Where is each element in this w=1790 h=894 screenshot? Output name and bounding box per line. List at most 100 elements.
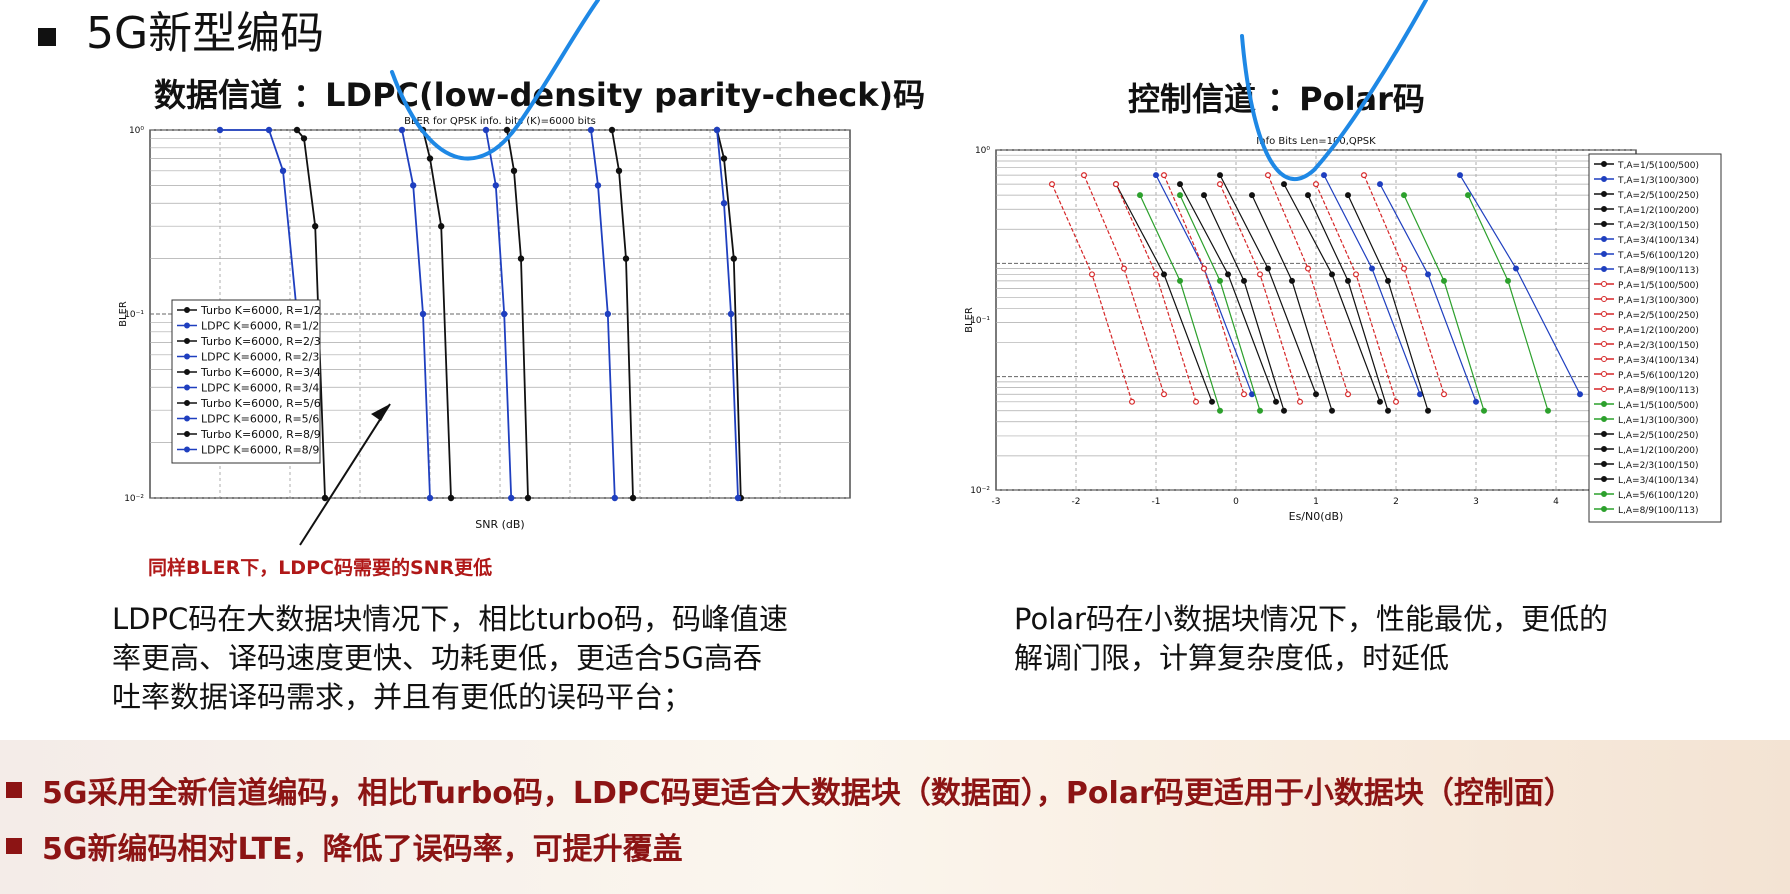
data-point — [1377, 398, 1384, 405]
data-point — [1281, 181, 1288, 188]
data-point — [1544, 407, 1551, 414]
data-point — [1377, 181, 1384, 188]
polar-bler-chart: -3-2-101234510⁰10⁻¹10⁻²Info Bits Len=100… — [964, 136, 1722, 523]
x-tick-label: 1 — [1313, 497, 1319, 507]
data-point — [426, 494, 434, 502]
left-panel-title: 数据信道 ：LDPC(low-density parity-check)码 — [154, 76, 926, 114]
y-tick-label: 10⁻² — [124, 494, 144, 504]
data-point — [1576, 391, 1583, 398]
data-point — [1201, 192, 1208, 199]
data-point — [1217, 407, 1224, 414]
data-point — [1281, 407, 1288, 414]
snr-annotation: 同样BLER下，LDPC码需要的SNR更低 — [148, 557, 493, 579]
data-point — [447, 494, 455, 502]
bottom-highlight-band — [0, 740, 1790, 894]
data-point — [1512, 265, 1519, 272]
data-point — [1465, 192, 1472, 199]
legend-label: Turbo K=6000, R=5/6 — [200, 397, 321, 410]
data-point — [1345, 277, 1352, 284]
legend-marker — [1601, 326, 1607, 332]
legend-label: L,A=5/6(100/120) — [1618, 491, 1698, 501]
data-point — [1425, 407, 1432, 414]
data-point — [720, 200, 728, 207]
legend-label: P,A=2/5(100/250) — [1618, 311, 1699, 321]
data-point — [503, 126, 511, 134]
bottom-bullet-2: 5G新编码相对LTE，降低了误码率，可提升覆盖 — [0, 823, 1790, 869]
data-point — [1329, 271, 1336, 278]
data-point — [438, 223, 445, 230]
legend-marker — [1601, 386, 1607, 392]
data-point — [410, 182, 417, 189]
legend-label: T,A=3/4(100/134) — [1617, 236, 1699, 246]
legend-marker — [184, 415, 190, 422]
data-point — [1313, 391, 1320, 398]
legend-marker — [1601, 446, 1607, 452]
legend-label: Turbo K=6000, R=2/3 — [200, 335, 321, 348]
data-point — [1177, 192, 1184, 199]
data-point — [1361, 172, 1368, 179]
legend-marker — [1601, 191, 1607, 197]
data-point — [1177, 277, 1184, 284]
legend-label: LDPC K=6000, R=5/6 — [201, 413, 319, 426]
data-point — [1249, 391, 1256, 398]
legend-label: T,A=1/2(100/200) — [1617, 206, 1699, 216]
data-point — [1161, 172, 1168, 179]
legend-label: Turbo K=6000, R=1/2 — [200, 304, 321, 317]
y-tick-label: 10⁰ — [975, 146, 990, 156]
legend-label: L,A=2/3(100/150) — [1618, 461, 1698, 471]
data-point — [1401, 265, 1408, 272]
legend-label: P,A=2/3(100/150) — [1618, 341, 1699, 351]
data-point — [1121, 265, 1128, 272]
legend-label: LDPC K=6000, R=3/4 — [201, 382, 319, 395]
bullet-square — [6, 838, 22, 854]
legend-marker — [184, 353, 190, 360]
legend-marker — [184, 400, 190, 406]
legend-label: P,A=1/5(100/500) — [1618, 281, 1699, 291]
legend-marker — [1601, 431, 1607, 437]
data-point — [524, 494, 532, 502]
legend-marker — [184, 307, 190, 313]
data-point — [587, 126, 595, 134]
data-point — [1305, 192, 1312, 199]
data-point — [608, 126, 616, 134]
title-bullet — [38, 28, 56, 46]
legend-marker — [1601, 296, 1607, 302]
legend-marker — [1601, 461, 1607, 467]
legend-label: Turbo K=6000, R=8/9 — [200, 428, 321, 441]
data-point — [1289, 277, 1296, 284]
right-panel-title: 控制信道 ：Polar码 — [1128, 80, 1425, 118]
x-axis-label: SNR (dB) — [475, 518, 524, 531]
data-point — [730, 255, 738, 262]
data-point — [1257, 407, 1264, 414]
bullet-text: 5G采用全新信道编码，相比Turbo码，LDPC码更适合大数据块（数据面），Po… — [42, 776, 1574, 811]
legend-label: L,A=1/3(100/300) — [1618, 416, 1698, 426]
legend-label: T,A=2/3(100/150) — [1617, 221, 1699, 231]
data-point — [1345, 192, 1352, 199]
legend-marker — [184, 431, 190, 437]
right-description: Polar码在小数据块情况下，性能最优，更低的 解调门限，计算复杂度低，时延低 — [1014, 602, 1608, 675]
data-point — [1257, 271, 1264, 278]
legend-marker — [1601, 356, 1607, 362]
data-point — [1080, 172, 1087, 179]
data-point — [1201, 265, 1208, 272]
data-point — [1217, 277, 1224, 284]
legend-label: LDPC K=6000, R=1/2 — [201, 320, 319, 333]
legend-label: L,A=3/4(100/134) — [1618, 476, 1698, 486]
data-point — [1265, 172, 1272, 179]
legend-marker — [1601, 506, 1607, 512]
chart-title: Info Bits Len=100,QPSK — [1256, 136, 1376, 147]
data-point — [1225, 271, 1232, 278]
legend-label: T,A=5/6(100/120) — [1617, 251, 1699, 261]
x-tick-label: -1 — [1152, 497, 1161, 507]
legend-marker — [184, 322, 190, 329]
legend-label: T,A=1/5(100/500) — [1617, 161, 1699, 171]
data-point — [279, 167, 287, 175]
data-point — [629, 494, 637, 502]
legend-label: T,A=8/9(100/113) — [1617, 266, 1699, 276]
data-point — [1129, 398, 1136, 405]
legend-marker — [1601, 176, 1607, 182]
data-point — [1088, 271, 1095, 278]
data-point — [293, 126, 301, 134]
y-tick-label: 10⁻² — [970, 486, 990, 496]
legend-marker — [1601, 236, 1607, 242]
